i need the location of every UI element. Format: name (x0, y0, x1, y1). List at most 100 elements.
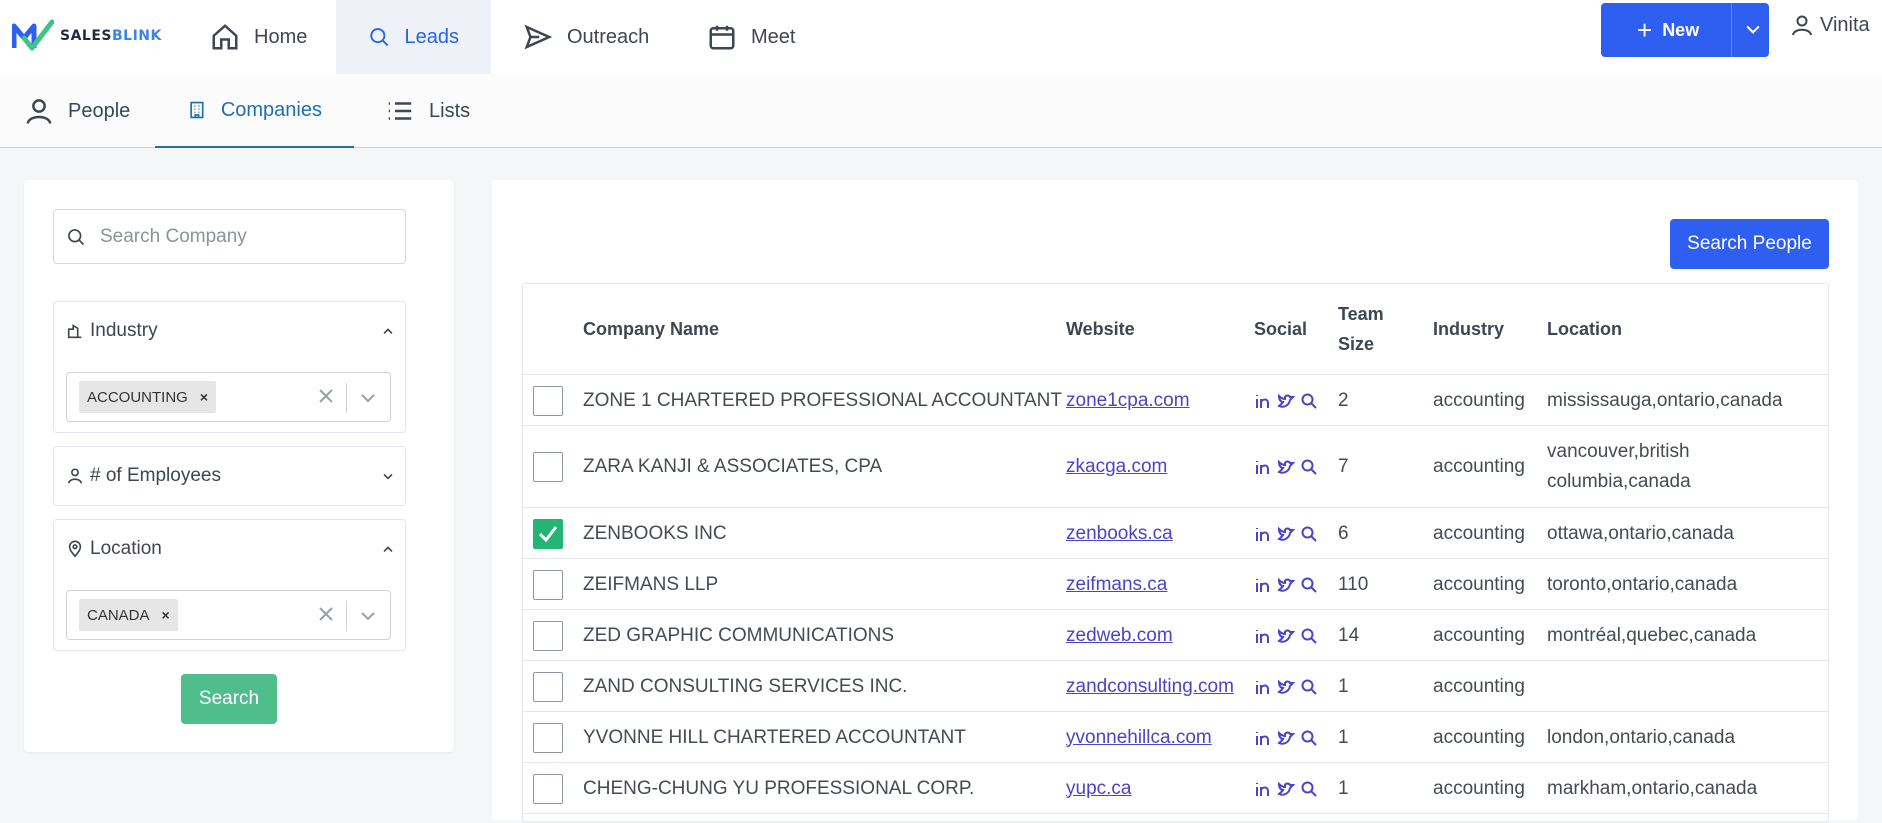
search-icon[interactable] (1300, 780, 1318, 798)
twitter-icon[interactable] (1277, 458, 1295, 476)
nav-home[interactable]: Home (180, 0, 339, 74)
user-menu[interactable]: Vinita (1790, 12, 1870, 38)
twitter-icon[interactable] (1277, 576, 1295, 594)
building-icon (190, 101, 204, 119)
send-icon (524, 24, 553, 50)
new-button[interactable]: + New (1601, 3, 1769, 57)
social-links (1254, 627, 1318, 645)
industry-filter-header[interactable]: Industry (66, 302, 396, 360)
col-team-size-line2[interactable]: Size (1338, 329, 1374, 359)
col-team-size-line1[interactable]: Team (1338, 299, 1384, 329)
twitter-icon[interactable] (1277, 729, 1295, 747)
search-icon[interactable] (1300, 678, 1318, 696)
col-social[interactable]: Social (1254, 314, 1307, 344)
search-button[interactable]: Search (181, 674, 277, 724)
linkedin-icon[interactable] (1254, 678, 1272, 696)
company-website-link[interactable]: zeifmans.ca (1066, 570, 1167, 600)
location-select[interactable]: CANADA × (66, 590, 391, 640)
calendar-icon (709, 25, 735, 50)
tab-companies[interactable]: Companies (155, 74, 354, 148)
nav-meet[interactable]: Meet (675, 0, 827, 74)
linkedin-icon[interactable] (1254, 627, 1272, 645)
nav-outreach[interactable]: Outreach (491, 0, 681, 74)
location-chip: CANADA × (79, 599, 178, 631)
row-checkbox[interactable] (533, 569, 563, 600)
row-checkbox[interactable] (533, 671, 563, 702)
chevron-up-icon[interactable] (380, 541, 396, 557)
linkedin-icon[interactable] (1254, 392, 1272, 410)
company-name: ZENBOOKS INC (583, 522, 727, 544)
twitter-icon[interactable] (1277, 780, 1295, 798)
search-company-box[interactable] (53, 209, 406, 264)
location-filter-header[interactable]: Location (66, 520, 396, 578)
search-icon[interactable] (1300, 392, 1318, 410)
search-icon[interactable] (1300, 627, 1318, 645)
chevron-down-icon[interactable] (357, 605, 379, 627)
col-company-name[interactable]: Company Name (583, 314, 719, 344)
twitter-icon[interactable] (1277, 525, 1295, 543)
col-location[interactable]: Location (1547, 314, 1622, 344)
location-value-line1: vancouver,british (1547, 441, 1690, 462)
salesblink-logo[interactable]: SALESBLINK (12, 18, 162, 54)
linkedin-icon[interactable] (1254, 576, 1272, 594)
row-checkbox[interactable] (533, 773, 563, 804)
twitter-icon[interactable] (1277, 627, 1295, 645)
list-icon (388, 102, 412, 120)
company-website-link[interactable]: zedweb.com (1066, 621, 1173, 651)
location-value: ottawa,ontario,canada (1547, 522, 1734, 544)
industry-value: accounting (1433, 456, 1525, 477)
employees-filter-header[interactable]: # of Employees (66, 447, 396, 505)
location-filter-label: Location (90, 538, 162, 559)
chip-remove-icon[interactable]: × (200, 389, 208, 405)
search-icon[interactable] (1300, 458, 1318, 476)
linkedin-icon[interactable] (1254, 525, 1272, 543)
company-website-link[interactable]: zone1cpa.com (1066, 386, 1190, 416)
home-icon (212, 24, 238, 50)
company-website-link[interactable]: yvonnehillca.com (1066, 723, 1212, 753)
search-icon[interactable] (1300, 525, 1318, 543)
chip-remove-icon[interactable]: × (162, 607, 170, 623)
user-icon (1792, 15, 1812, 36)
twitter-icon[interactable] (1277, 392, 1295, 410)
clear-icon[interactable] (315, 385, 337, 407)
table-row: CHENG-CHUNG YU PROFESSIONAL CORP. yupc.ca… (523, 763, 1828, 814)
twitter-icon[interactable] (1277, 678, 1295, 696)
row-checkbox[interactable] (533, 620, 563, 651)
col-website[interactable]: Website (1066, 314, 1135, 344)
location-value: montréal,quebec,canada (1547, 624, 1757, 646)
industry-icon (67, 324, 82, 339)
row-checkbox[interactable] (533, 385, 563, 416)
col-industry[interactable]: Industry (1433, 314, 1504, 344)
search-company-input[interactable] (100, 225, 390, 248)
company-website-link[interactable]: yupc.ca (1066, 774, 1131, 804)
row-checkbox[interactable] (533, 722, 563, 753)
company-website-link[interactable]: zkacga.com (1066, 452, 1167, 482)
row-checkbox[interactable] (533, 452, 563, 482)
company-website-link[interactable]: zenbooks.ca (1066, 519, 1173, 549)
team-size: 14 (1338, 624, 1360, 646)
employees-filter-label: # of Employees (90, 465, 221, 486)
search-people-button[interactable]: Search People (1670, 219, 1829, 269)
logo-icon (12, 19, 54, 51)
clear-icon[interactable] (315, 603, 337, 625)
row-checkbox[interactable] (533, 518, 563, 549)
social-links (1254, 678, 1318, 696)
industry-select[interactable]: ACCOUNTING × (66, 372, 391, 422)
industry-value: accounting (1433, 389, 1525, 411)
sub-navbar: People Companies Lists (0, 74, 1882, 148)
chevron-down-icon[interactable] (380, 468, 396, 484)
table-row: YVONNE HILL CHARTERED ACCOUNTANT yvonnehi… (523, 712, 1828, 763)
linkedin-icon[interactable] (1254, 458, 1272, 476)
chevron-down-icon[interactable] (1743, 19, 1763, 39)
search-icon[interactable] (1300, 729, 1318, 747)
tab-lists[interactable]: Lists (385, 74, 470, 148)
industry-value: accounting (1433, 573, 1525, 595)
chevron-down-icon[interactable] (357, 387, 379, 409)
tab-people[interactable]: People (24, 74, 130, 148)
chevron-up-icon[interactable] (380, 323, 396, 339)
nav-leads[interactable]: Leads (336, 0, 491, 74)
search-icon[interactable] (1300, 576, 1318, 594)
company-website-link[interactable]: zandconsulting.com (1066, 672, 1234, 702)
linkedin-icon[interactable] (1254, 729, 1272, 747)
linkedin-icon[interactable] (1254, 780, 1272, 798)
